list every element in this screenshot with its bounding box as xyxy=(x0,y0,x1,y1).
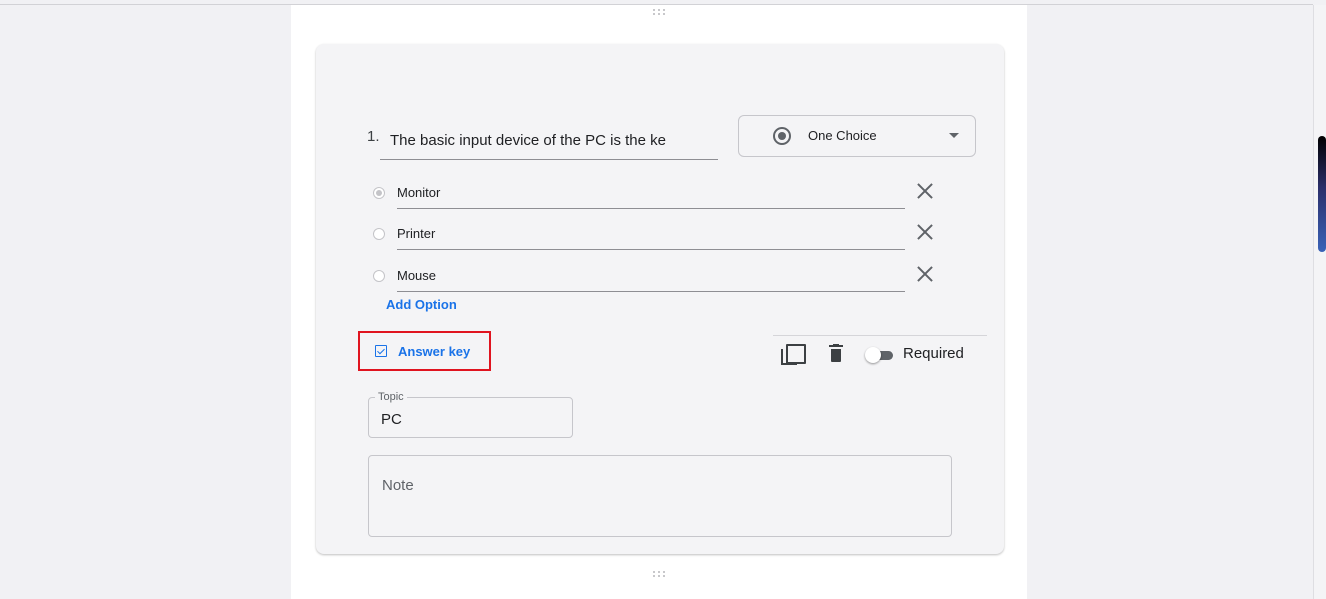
option-row: Printer xyxy=(373,220,953,250)
option-label-input[interactable]: Monitor xyxy=(397,185,440,200)
question-card: 1. The basic input device of the PC is t… xyxy=(316,44,1004,554)
question-number: 1. xyxy=(367,128,380,145)
add-option-link[interactable]: Add Option xyxy=(386,297,457,312)
option-radio[interactable] xyxy=(373,228,385,240)
answer-key-button[interactable]: Answer key xyxy=(358,331,491,371)
scrollbar[interactable] xyxy=(1313,5,1326,599)
option-radio[interactable] xyxy=(373,270,385,282)
checkbox-edit-icon xyxy=(375,345,387,357)
scrollbar-thumb[interactable] xyxy=(1318,136,1326,252)
option-radio[interactable] xyxy=(373,187,385,199)
option-row: Monitor xyxy=(373,179,953,209)
note-field[interactable]: Note xyxy=(368,455,952,537)
trash-icon[interactable] xyxy=(829,344,843,364)
remove-option-icon[interactable] xyxy=(915,264,935,284)
answer-key-label: Answer key xyxy=(398,344,471,359)
radio-button-icon xyxy=(773,127,791,145)
topic-value: PC xyxy=(381,411,402,428)
remove-option-icon[interactable] xyxy=(915,181,935,201)
option-label-input[interactable]: Mouse xyxy=(397,268,436,283)
topic-field[interactable]: Topic PC xyxy=(368,391,573,438)
question-type-select[interactable]: One Choice xyxy=(738,115,976,157)
dropdown-arrow-icon xyxy=(949,133,959,138)
form-column: 1. The basic input device of the PC is t… xyxy=(291,5,1027,599)
option-underline xyxy=(397,291,905,292)
required-label: Required xyxy=(903,345,964,362)
option-label-input[interactable]: Printer xyxy=(397,226,435,241)
drag-handle-bottom-icon[interactable] xyxy=(652,570,666,578)
question-title-input[interactable]: The basic input device of the PC is the … xyxy=(380,128,718,160)
duplicate-icon[interactable] xyxy=(781,344,806,366)
note-placeholder: Note xyxy=(382,477,414,494)
footer-divider xyxy=(773,335,987,336)
topic-legend: Topic xyxy=(375,391,407,403)
option-underline xyxy=(397,208,905,209)
remove-option-icon[interactable] xyxy=(915,222,935,242)
drag-handle-top-icon[interactable] xyxy=(652,8,666,16)
question-type-value: One Choice xyxy=(808,128,877,143)
option-row: Mouse xyxy=(373,262,953,292)
option-underline xyxy=(397,249,905,250)
required-toggle[interactable] xyxy=(865,347,895,363)
